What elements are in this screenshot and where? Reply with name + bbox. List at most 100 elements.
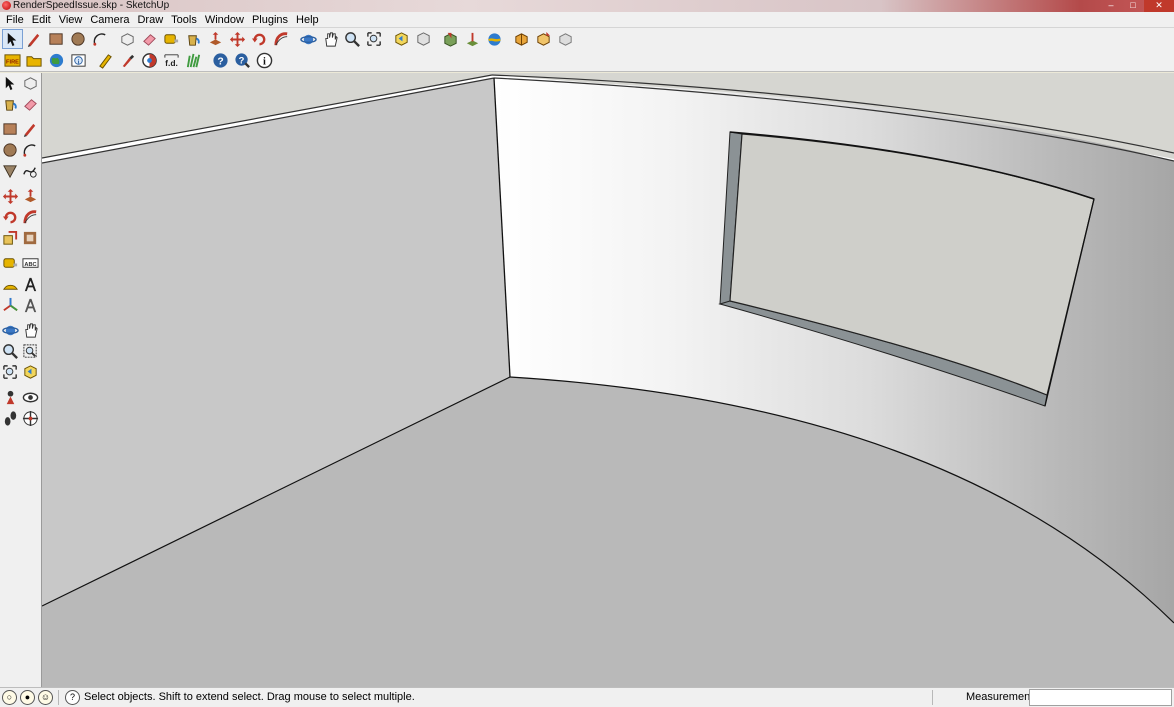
menu-draw[interactable]: Draw: [133, 12, 167, 28]
instructor-help-icon[interactable]: ?: [65, 690, 80, 705]
menu-edit[interactable]: Edit: [28, 12, 55, 28]
arc-tool-button[interactable]: [90, 29, 111, 49]
position-camera-tool-button[interactable]: [0, 387, 21, 407]
credits-icon[interactable]: ●: [20, 690, 35, 705]
push-pull-tool-button[interactable]: [21, 186, 42, 206]
rectangle-tool-button[interactable]: [46, 29, 67, 49]
zoom-tool-button[interactable]: [0, 341, 21, 361]
select-tool-button[interactable]: [0, 73, 21, 93]
eraser-tool-button[interactable]: [21, 94, 42, 114]
toggle-terrain-tool-button[interactable]: [484, 29, 505, 49]
look-around-tool-button[interactable]: [21, 387, 42, 407]
polygon-tool-button[interactable]: [0, 161, 21, 181]
info-icon: i: [256, 52, 273, 69]
add-location-tool-button[interactable]: [462, 29, 483, 49]
rotate-tool-button[interactable]: [0, 207, 21, 227]
paint-bucket-tool-button[interactable]: [0, 94, 21, 114]
tape-measure-tool-button[interactable]: [161, 29, 182, 49]
close-icon[interactable]: ✕: [1144, 0, 1174, 12]
circle-tool-button[interactable]: [68, 29, 89, 49]
svg-text:i: i: [263, 56, 266, 67]
move-tool-button[interactable]: [227, 29, 248, 49]
fire-plugin-tool-button[interactable]: FIRE: [2, 51, 23, 71]
section-icon: [142, 53, 157, 68]
follow-me-tool-button[interactable]: [271, 29, 292, 49]
geolocation-icon[interactable]: ○: [2, 690, 17, 705]
zoom-extents-tool-button[interactable]: [364, 29, 385, 49]
rotate-tool-button[interactable]: [249, 29, 270, 49]
select-tool-button[interactable]: [2, 29, 23, 49]
photo-texture-tool-button[interactable]: [440, 29, 461, 49]
section-plane-tool-button[interactable]: [21, 408, 42, 428]
scene-canvas[interactable]: [42, 73, 1174, 687]
help-search-tool-button[interactable]: ?: [232, 51, 253, 71]
tool-row: [0, 295, 41, 316]
menu-help[interactable]: Help: [292, 12, 323, 28]
push-pull-tool-button[interactable]: [205, 29, 226, 49]
grass-tool-button[interactable]: [183, 51, 204, 71]
follow-me-tool-button[interactable]: [21, 207, 42, 227]
zoom-tool-button[interactable]: [342, 29, 363, 49]
section-tool-button[interactable]: [139, 51, 160, 71]
circle-icon: [3, 142, 17, 157]
freehand-tool-button[interactable]: [21, 161, 42, 181]
rectangle-tool-button[interactable]: [0, 119, 21, 139]
tool-row: [0, 73, 41, 94]
user-account-icon[interactable]: ☺: [38, 690, 53, 705]
menu-tools[interactable]: Tools: [167, 12, 201, 28]
menu-plugins[interactable]: Plugins: [248, 12, 292, 28]
dimension-tool-button[interactable]: ABC: [21, 253, 42, 273]
3d-text-tool-button[interactable]: [21, 295, 42, 315]
share-component-tool-button[interactable]: [555, 29, 576, 49]
modeling-viewport[interactable]: [42, 73, 1174, 687]
pan-tool-button[interactable]: [320, 29, 341, 49]
fd-label-icon: f.d.: [164, 54, 179, 68]
help-tool-button[interactable]: ?: [210, 51, 231, 71]
walk-tool-button[interactable]: [0, 408, 21, 428]
orbit-icon: [1, 325, 19, 335]
zoom-window-tool-button[interactable]: [21, 341, 42, 361]
fd-label-tool-button[interactable]: f.d.: [161, 51, 182, 71]
fire-plugin-icon: FIRE: [4, 54, 21, 67]
previous-view-tool-button[interactable]: [391, 29, 412, 49]
menu-view[interactable]: View: [55, 12, 87, 28]
arc-icon: [23, 143, 36, 157]
protractor-tool-button[interactable]: [0, 274, 21, 294]
measure-pencil-tool-button[interactable]: [95, 51, 116, 71]
dropper-tool-button[interactable]: [117, 51, 138, 71]
text-tool-button[interactable]: [21, 274, 42, 294]
paint-bucket-tool-button[interactable]: [183, 29, 204, 49]
share-model-tool-button[interactable]: [533, 29, 554, 49]
offset-tool-button[interactable]: [21, 228, 42, 248]
scale-tool-button[interactable]: [0, 228, 21, 248]
menu-file[interactable]: File: [2, 12, 28, 28]
menu-window[interactable]: Window: [201, 12, 248, 28]
get-models-tool-button[interactable]: [511, 29, 532, 49]
pan-tool-button[interactable]: [21, 320, 42, 340]
orbit-tool-button[interactable]: [298, 29, 319, 49]
next-view-tool-button[interactable]: [413, 29, 434, 49]
measurements-input[interactable]: [1029, 689, 1172, 706]
minimize-icon[interactable]: –: [1100, 0, 1122, 12]
make-component-tool-button[interactable]: [117, 29, 138, 49]
info-tool-button[interactable]: i: [254, 51, 275, 71]
pencil-tool-button[interactable]: [24, 29, 45, 49]
maximize-icon[interactable]: □: [1122, 0, 1144, 12]
circle-tool-button[interactable]: [0, 140, 21, 160]
previous-view-tool-button[interactable]: [21, 362, 42, 382]
eraser-tool-button[interactable]: [139, 29, 160, 49]
menu-camera[interactable]: Camera: [86, 12, 133, 28]
line-tool-button[interactable]: [21, 119, 42, 139]
move-tool-button[interactable]: [0, 186, 21, 206]
zoom-extents-tool-button[interactable]: [0, 362, 21, 382]
orbit-tool-button[interactable]: [0, 320, 21, 340]
arc-tool-button[interactable]: [21, 140, 42, 160]
model-info-tool-button[interactable]: i: [68, 51, 89, 71]
tape-measure-tool-button[interactable]: [0, 253, 21, 273]
folder-tool-button[interactable]: [24, 51, 45, 71]
axes-tool-button[interactable]: [0, 295, 21, 315]
paint-bucket-icon: [5, 99, 17, 111]
offset-icon: [24, 231, 37, 244]
make-component-tool-button[interactable]: [21, 73, 42, 93]
globe-tool-button[interactable]: [46, 51, 67, 71]
